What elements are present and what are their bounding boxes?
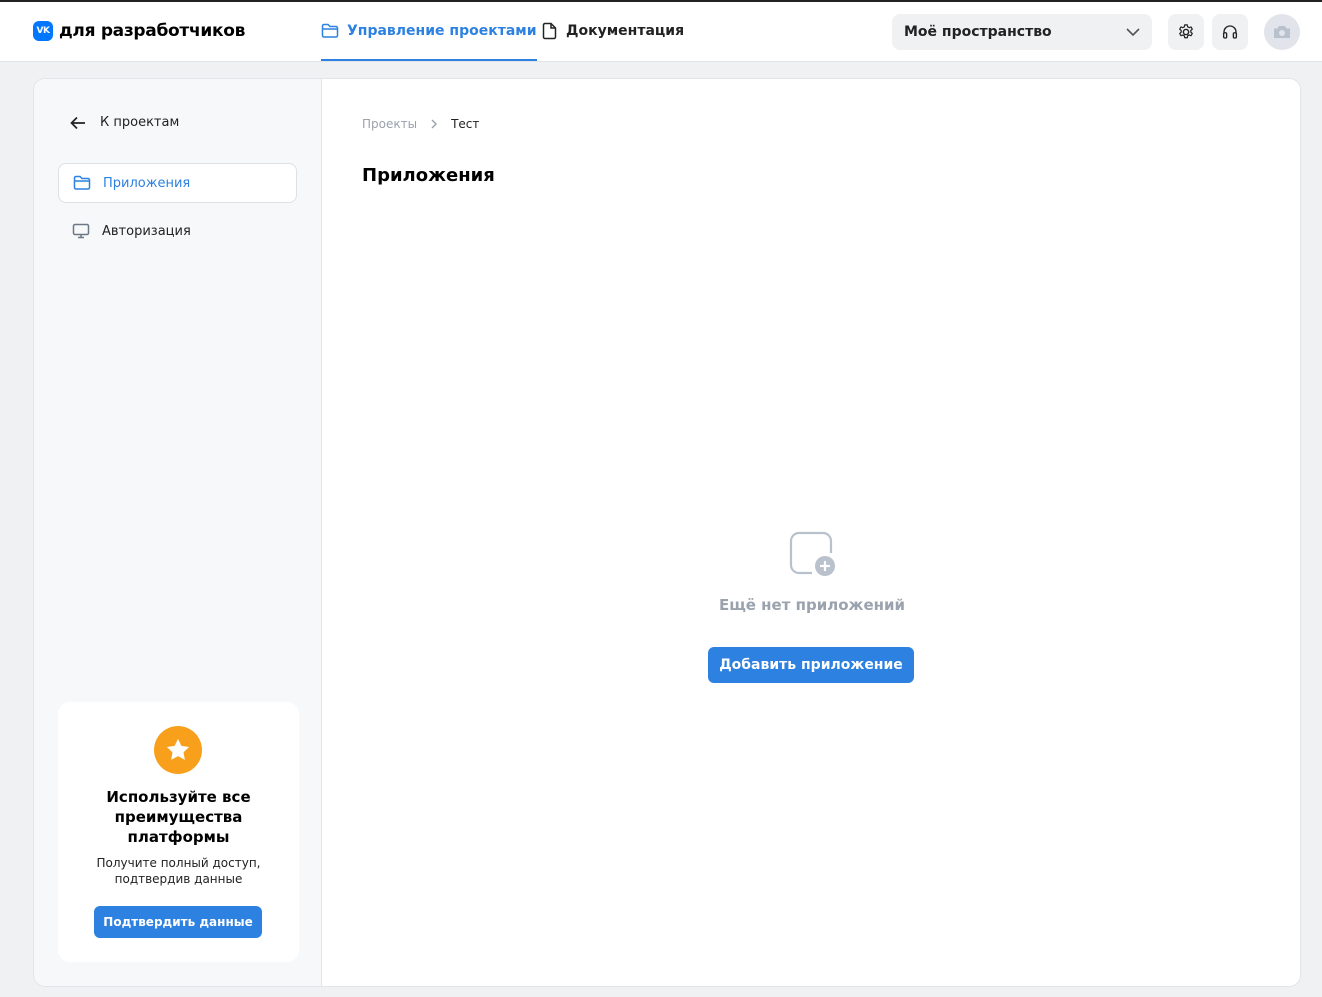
- folder-icon: [73, 175, 91, 190]
- folder-icon: [321, 23, 339, 38]
- confirm-data-button[interactable]: Подтвердить данные: [94, 906, 262, 938]
- promo-subtitle: Получите полный доступ, подтвердив данны…: [96, 856, 261, 886]
- page-title: Приложения: [362, 165, 495, 186]
- back-to-projects-link[interactable]: К проектам: [70, 115, 179, 130]
- monitor-icon: [72, 223, 90, 239]
- sidebar-item-label: Приложения: [103, 175, 191, 191]
- sidebar-item-applications[interactable]: Приложения: [58, 163, 297, 203]
- headphones-icon: [1222, 25, 1238, 39]
- sidebar: К проектам Приложения Авторизация Исполь…: [34, 79, 322, 986]
- gear-icon: [1179, 24, 1193, 39]
- add-application-button[interactable]: Добавить приложение: [708, 647, 914, 683]
- sidebar-item-label: Авторизация: [102, 223, 191, 239]
- add-app-placeholder-icon: [789, 531, 835, 576]
- chevron-down-icon: [1126, 28, 1140, 36]
- logo-text: для разработчиков: [59, 21, 246, 41]
- document-icon: [542, 22, 557, 40]
- chevron-right-icon: [431, 119, 438, 129]
- main-content: Проекты Тест Приложения Ещё нет приложен…: [322, 79, 1300, 986]
- tab-documentation-label: Документация: [566, 23, 685, 39]
- tab-project-management-label: Управление проектами: [347, 22, 537, 39]
- vk-badge-icon: VK: [33, 21, 53, 41]
- back-link-label: К проектам: [100, 115, 180, 130]
- breadcrumb-current: Тест: [451, 117, 480, 131]
- workspace-select[interactable]: Моё пространство: [892, 14, 1152, 50]
- support-button[interactable]: [1212, 14, 1248, 50]
- settings-button[interactable]: [1168, 14, 1204, 50]
- content-card: К проектам Приложения Авторизация Исполь…: [33, 78, 1301, 987]
- verification-promo: Используйте все преимущества платформы П…: [58, 702, 299, 962]
- top-header: VK для разработчиков Управление проектам…: [0, 2, 1322, 62]
- tab-project-management[interactable]: Управление проектами: [321, 2, 537, 61]
- star-icon: [166, 738, 190, 760]
- empty-state-text: Ещё нет приложений: [718, 596, 906, 614]
- sidebar-item-authorization[interactable]: Авторизация: [58, 211, 297, 251]
- avatar[interactable]: [1264, 14, 1300, 50]
- breadcrumb: Проекты Тест: [362, 117, 479, 131]
- promo-title: Используйте все преимущества платформы: [106, 788, 251, 846]
- breadcrumb-projects-link[interactable]: Проекты: [362, 117, 417, 131]
- tab-documentation[interactable]: Документация: [542, 2, 684, 60]
- arrow-left-icon: [70, 116, 85, 129]
- workspace-select-value: Моё пространство: [904, 24, 1052, 40]
- camera-icon: [1274, 26, 1290, 38]
- vk-logo[interactable]: VK для разработчиков: [33, 21, 245, 41]
- star-badge: [154, 726, 202, 774]
